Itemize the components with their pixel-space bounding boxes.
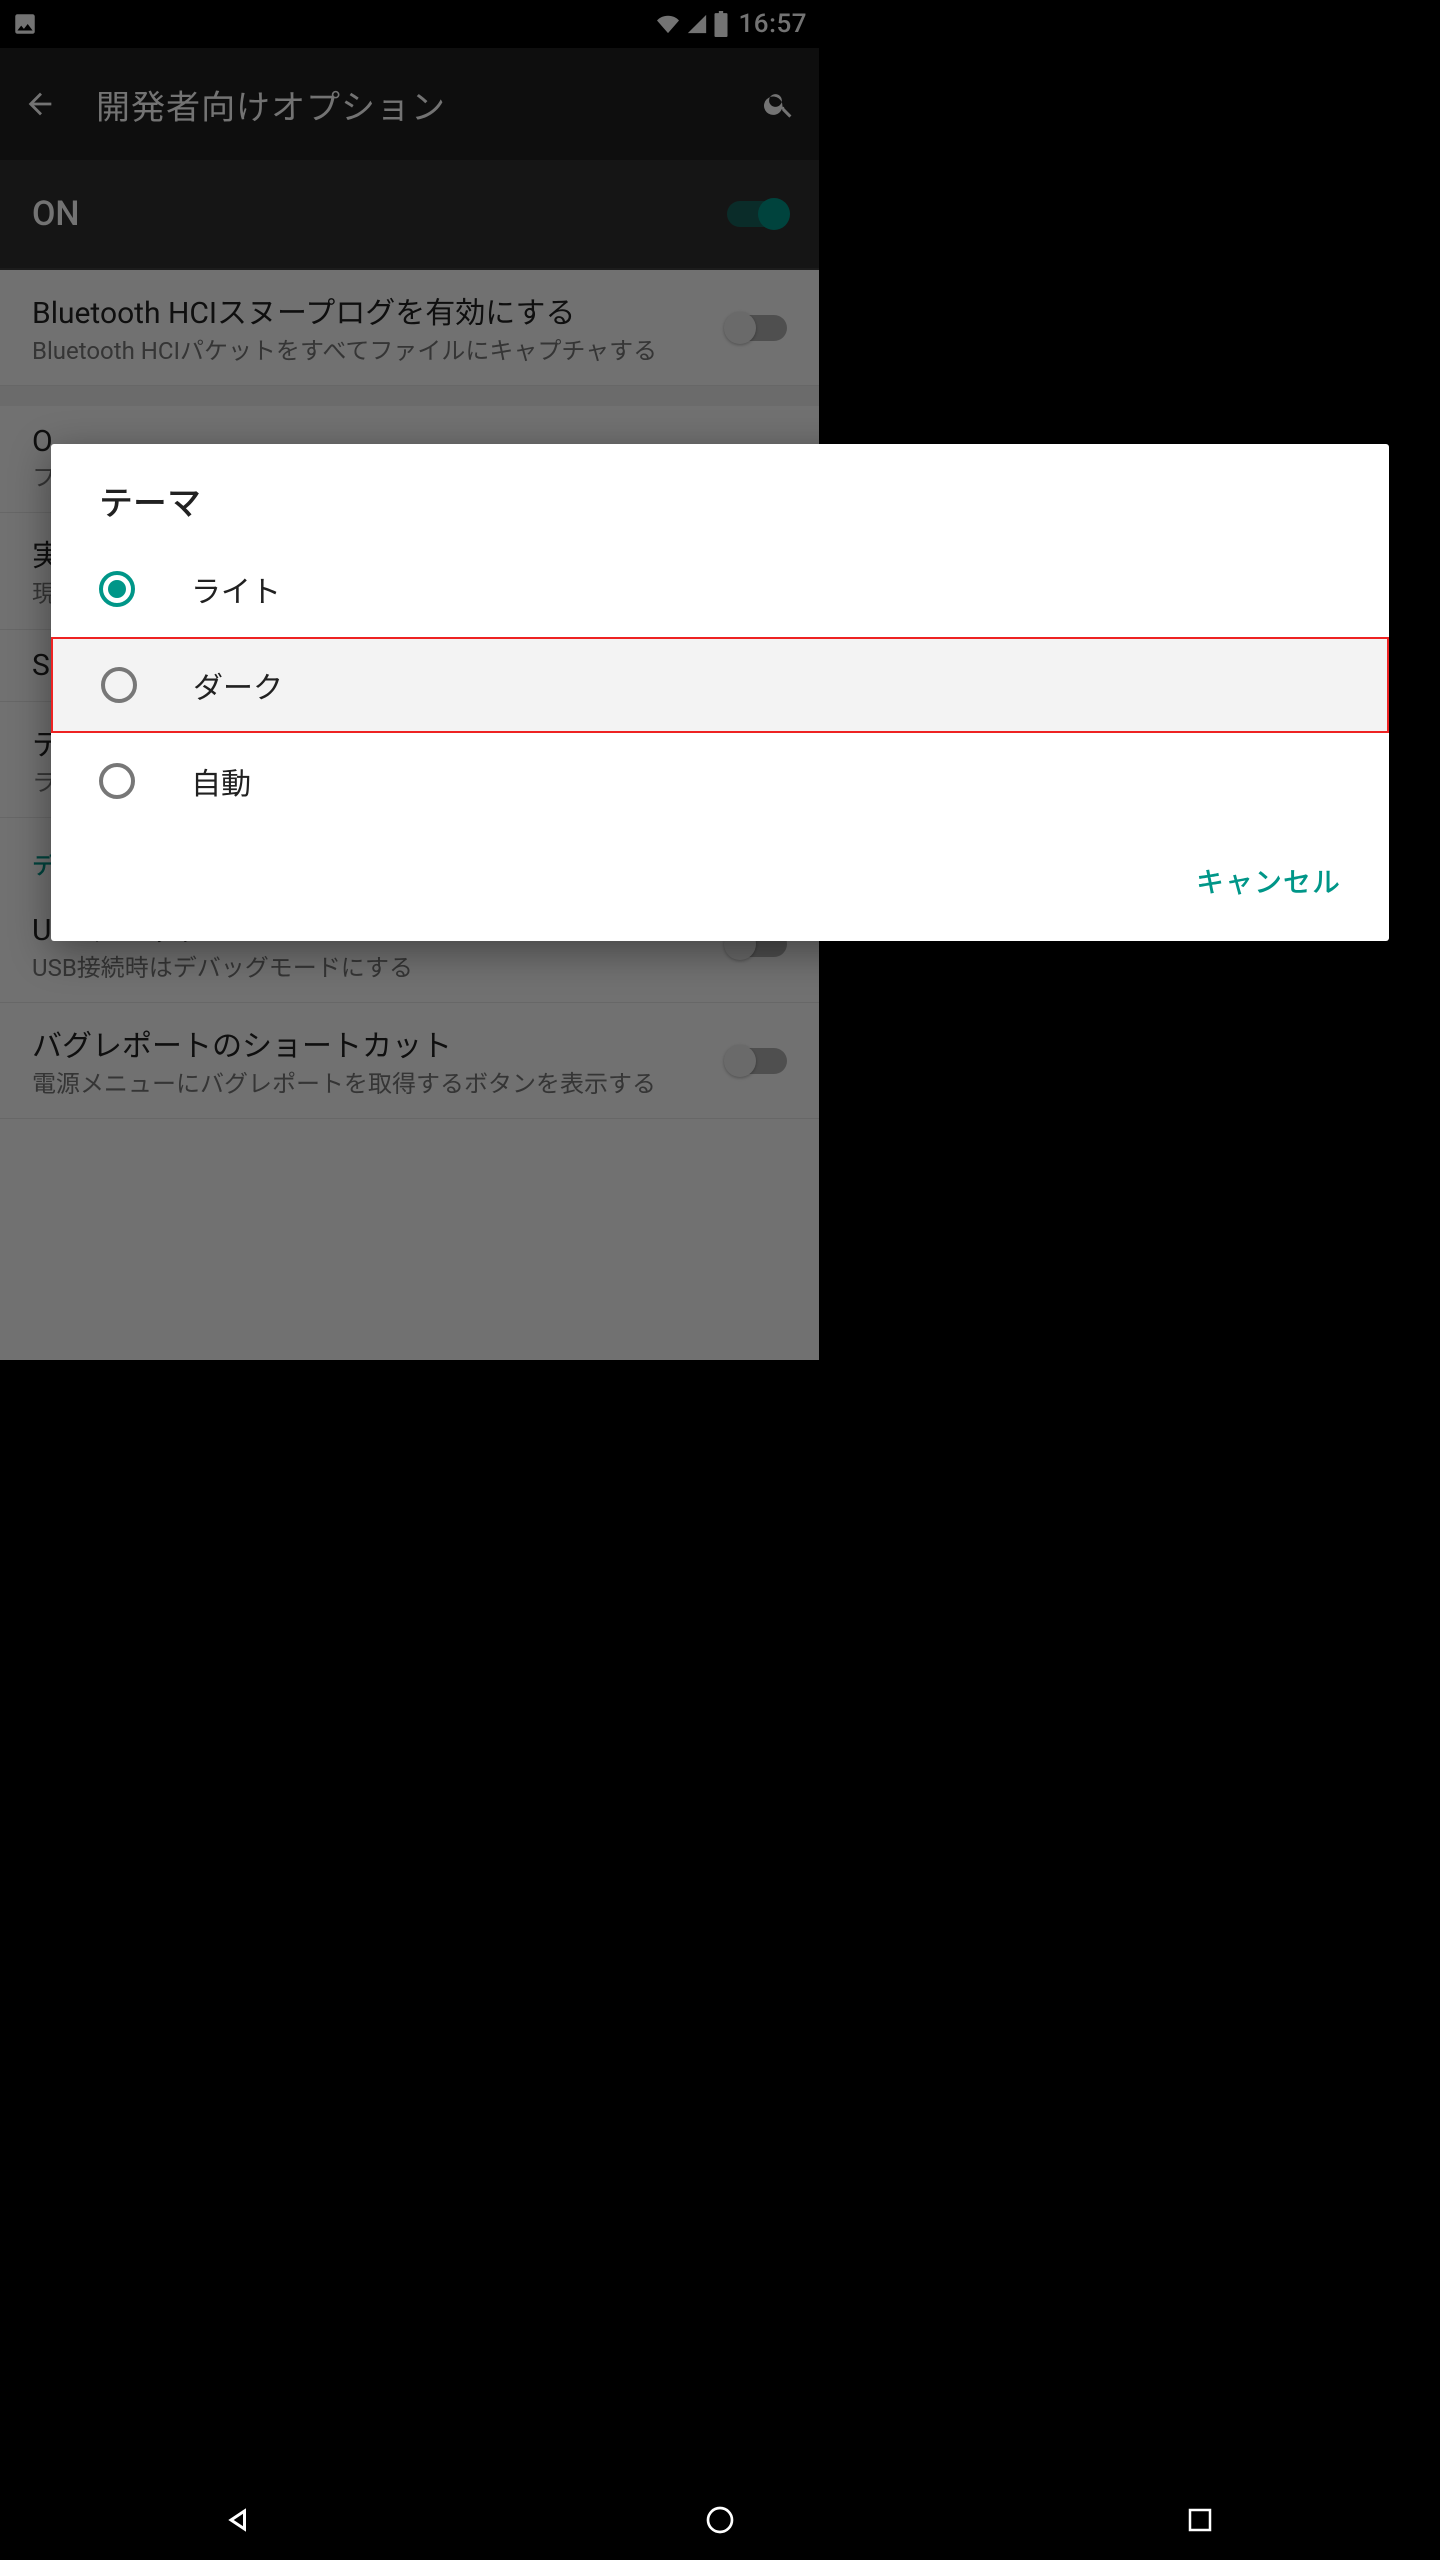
theme-option-auto[interactable]: 自動 [51, 733, 1389, 829]
option-label: 自動 [191, 759, 251, 803]
nav-back-icon[interactable] [170, 2490, 310, 2550]
radio-icon [99, 763, 135, 799]
nav-recent-icon[interactable] [1130, 2490, 1270, 2550]
navigation-bar [0, 2480, 1440, 2560]
theme-dialog: テーマ ライト ダーク 自動 キャンセル [51, 444, 1389, 941]
nav-home-icon[interactable] [650, 2490, 790, 2550]
dialog-option-list: ライト ダーク 自動 [51, 541, 1389, 829]
radio-icon [99, 571, 135, 607]
theme-option-light[interactable]: ライト [51, 541, 1389, 637]
theme-option-dark[interactable]: ダーク [51, 637, 1389, 733]
radio-icon [101, 667, 137, 703]
option-label: ライト [191, 567, 281, 611]
dialog-title: テーマ [51, 444, 1389, 541]
dialog-scrim[interactable] [0, 0, 1440, 2560]
cancel-button[interactable]: キャンセル [1180, 849, 1357, 913]
option-label: ダーク [193, 663, 283, 707]
